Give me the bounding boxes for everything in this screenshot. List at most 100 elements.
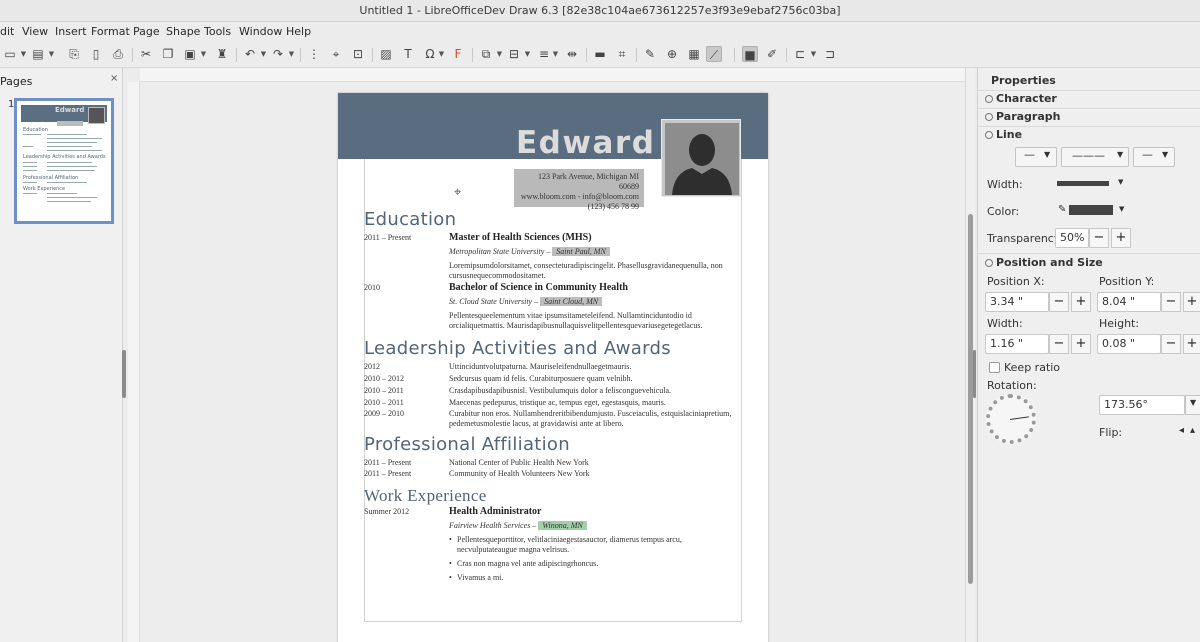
arrow-start-style-dropdown[interactable]: — ▼ [1015, 147, 1057, 167]
undo-dropdown-icon[interactable]: ▼ [260, 46, 267, 62]
section-title-leadership[interactable]: Leadership Activities and Awards [364, 338, 671, 359]
chevron-down-icon[interactable]: ▼ [1119, 205, 1124, 213]
affiliation-text[interactable]: National Center of Public Health New Yor… [449, 458, 589, 467]
height-input[interactable]: 0.08 " [1097, 334, 1161, 354]
page-thumbnail[interactable]: Edward Education Leadership Activities a… [14, 98, 114, 224]
line-color-swatch[interactable] [1069, 205, 1113, 215]
resume-name[interactable]: Edward [516, 125, 655, 161]
rotation-input[interactable]: 173.56° [1099, 395, 1185, 415]
menu-tools[interactable]: Tools [204, 25, 231, 38]
work-bullet[interactable]: Cras non magna vel ante adipiscingrhoncu… [449, 559, 734, 569]
cut-icon[interactable]: ✂ [138, 46, 154, 62]
menu-page[interactable]: Page [133, 25, 160, 38]
school-line[interactable]: St. Cloud State University – Saint Cloud… [449, 297, 603, 306]
redo-dropdown-icon[interactable]: ▼ [288, 46, 295, 62]
menu-window[interactable]: Window [239, 25, 282, 38]
transformations-icon[interactable]: ⧉ [478, 46, 494, 62]
chevron-down-icon[interactable]: ▼ [1118, 178, 1123, 186]
position-x-input[interactable]: 3.34 " [985, 292, 1049, 312]
transparency-decrease-button[interactable]: − [1089, 228, 1109, 248]
arrange-dropdown-icon[interactable]: ▼ [552, 46, 559, 62]
company-line[interactable]: Fairview Health Services – Winona, MN [449, 521, 587, 530]
affiliation-text[interactable]: Community of Health Volunteers New York [449, 469, 590, 478]
education-date[interactable]: 2011 – Present [364, 233, 411, 242]
education-description[interactable]: Loremipsumdolorsitamet, consecteturadipi… [449, 261, 734, 281]
line-style-icon[interactable]: ⟋ [706, 46, 722, 62]
close-icon[interactable]: × [110, 73, 118, 84]
sidebar-collapse-handle[interactable] [973, 350, 976, 398]
menu-insert[interactable]: Insert [55, 25, 87, 38]
save-icon[interactable]: ▤ [30, 46, 46, 62]
position-y-increase-button[interactable]: + [1183, 292, 1200, 312]
crop-icon[interactable]: ⌗ [614, 46, 630, 62]
arrow-end-style-dropdown[interactable]: — ▼ [1133, 147, 1175, 167]
document-page[interactable]: Edward 123 Park Avenue, Michigan MI 6068… [338, 93, 768, 642]
new-dropdown-icon[interactable]: ▼ [20, 46, 27, 62]
area-icon[interactable]: ■ [742, 46, 758, 62]
leadership-date[interactable]: 2010 – 2011 [364, 386, 404, 395]
distribute-icon[interactable]: ⇹ [564, 46, 580, 62]
clone-formatting-icon[interactable]: ♜ [214, 46, 230, 62]
degree-title[interactable]: Bachelor of Science in Community Health [449, 282, 628, 293]
pdf-icon[interactable]: ▯ [88, 46, 104, 62]
section-header-position-size[interactable]: Position and Size [985, 256, 1200, 274]
horizontal-ruler[interactable] [140, 68, 970, 82]
display-views-icon[interactable]: ⊏ [792, 46, 808, 62]
section-header-line[interactable]: Line [985, 128, 1200, 146]
address-block[interactable]: 123 Park Avenue, Michigan MI 60689 www.b… [514, 169, 644, 211]
helplines-icon[interactable]: ⌖ [328, 46, 344, 62]
leadership-text[interactable]: Crasdapibusdapibusnisl. Vestibulumquis d… [449, 386, 671, 395]
work-bullet[interactable]: Pellentesqueporttitor, velitlaciniaegest… [449, 535, 734, 555]
zoom-pan-icon[interactable]: ⊡ [350, 46, 366, 62]
export-icon[interactable]: ⎘ [66, 46, 82, 62]
special-character-icon[interactable]: Ω [422, 46, 438, 62]
keep-ratio-checkbox[interactable] [989, 362, 1000, 373]
pages-panel-collapse-handle[interactable] [122, 350, 126, 398]
job-title[interactable]: Health Administrator [449, 506, 542, 517]
print-icon[interactable]: ⎙ [110, 46, 126, 62]
glue-points-icon[interactable]: ⊕ [664, 46, 680, 62]
width-input[interactable]: 1.16 " [985, 334, 1049, 354]
line-color-icon[interactable]: ✎ [1058, 204, 1066, 215]
leadership-text[interactable]: Curabitur non eros. Nullamhendreritbiben… [449, 409, 734, 429]
leadership-text[interactable]: Maecenas pedepurus, tristique ac, tempus… [449, 398, 666, 407]
line-style-dropdown[interactable]: ——— ▼ [1061, 147, 1129, 167]
arrange-icon[interactable]: ≡ [536, 46, 552, 62]
flip-vertical-icon[interactable]: ◂ [1179, 425, 1184, 436]
save-dropdown-icon[interactable]: ▼ [48, 46, 55, 62]
width-increase-button[interactable]: + [1071, 334, 1091, 354]
height-decrease-button[interactable]: − [1161, 334, 1181, 354]
menu-edit[interactable]: dit [0, 25, 14, 38]
line-color-icon[interactable]: ✐ [764, 46, 780, 62]
position-y-decrease-button[interactable]: − [1161, 292, 1181, 312]
insert-image-icon[interactable]: ▨ [378, 46, 394, 62]
school-line[interactable]: Metropolitan State University – Saint Pa… [449, 247, 610, 256]
rotation-dial[interactable] [986, 394, 1036, 444]
undo-icon[interactable]: ↶ [242, 46, 258, 62]
toggle-extrusion-icon[interactable]: ▦ [686, 46, 702, 62]
profile-photo[interactable] [661, 119, 741, 197]
align-objects-icon[interactable]: ⊟ [506, 46, 522, 62]
scrollbar-thumb[interactable] [968, 214, 973, 584]
vertical-ruler[interactable] [128, 82, 140, 642]
leadership-date[interactable]: 2009 – 2010 [364, 409, 404, 418]
education-description[interactable]: Pellentesqueelementum vitae ipsumsitamet… [449, 311, 734, 331]
education-date[interactable]: 2010 [364, 283, 380, 292]
menu-format[interactable]: Format [91, 25, 130, 38]
position-x-decrease-button[interactable]: − [1049, 292, 1069, 312]
position-x-increase-button[interactable]: + [1071, 292, 1091, 312]
drawing-canvas[interactable]: Edward 123 Park Avenue, Michigan MI 6068… [141, 83, 965, 642]
transparency-input[interactable]: 50% [1055, 228, 1089, 248]
redo-icon[interactable]: ↷ [270, 46, 286, 62]
width-decrease-button[interactable]: − [1049, 334, 1069, 354]
affiliation-date[interactable]: 2011 – Present [364, 469, 411, 478]
fontwork-icon[interactable]: F [450, 46, 466, 62]
leadership-date[interactable]: 2010 – 2012 [364, 374, 404, 383]
work-bullet[interactable]: Vivamus a mi. [449, 573, 734, 583]
affiliation-date[interactable]: 2011 – Present [364, 458, 411, 467]
special-character-dropdown-icon[interactable]: ▼ [438, 46, 445, 62]
new-icon[interactable]: ▭ [2, 46, 18, 62]
shadow-icon[interactable]: ▬ [592, 46, 608, 62]
copy-icon[interactable]: ❐ [160, 46, 176, 62]
height-increase-button[interactable]: + [1183, 334, 1200, 354]
